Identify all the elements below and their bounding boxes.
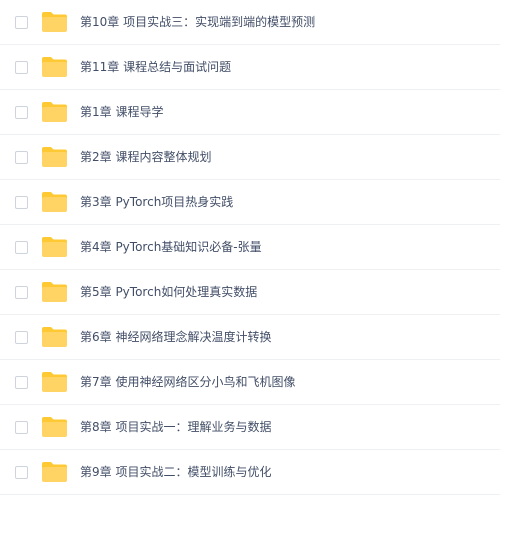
- row-checkbox[interactable]: [15, 331, 28, 344]
- folder-icon: [41, 236, 68, 258]
- list-item[interactable]: 第8章 项目实战一：理解业务与数据: [0, 405, 500, 450]
- list-item[interactable]: 第9章 项目实战二：模型训练与优化: [0, 450, 500, 495]
- list-item[interactable]: 第1章 课程导学: [0, 90, 500, 135]
- file-name[interactable]: 第2章 课程内容整体规划: [80, 135, 211, 180]
- row-checkbox[interactable]: [15, 196, 28, 209]
- folder-icon: [41, 461, 68, 483]
- file-name[interactable]: 第8章 项目实战一：理解业务与数据: [80, 405, 271, 450]
- list-item[interactable]: 第6章 神经网络理念解决温度计转换: [0, 315, 500, 360]
- row-checkbox[interactable]: [15, 421, 28, 434]
- list-item[interactable]: 第11章 课程总结与面试问题: [0, 45, 500, 90]
- file-name[interactable]: 第4章 PyTorch基础知识必备-张量: [80, 225, 262, 270]
- folder-icon: [41, 326, 68, 348]
- list-item[interactable]: 第2章 课程内容整体规划: [0, 135, 500, 180]
- file-name[interactable]: 第9章 项目实战二：模型训练与优化: [80, 450, 271, 495]
- file-name[interactable]: 第3章 PyTorch项目热身实践: [80, 180, 233, 225]
- file-name[interactable]: 第10章 项目实战三：实现端到端的模型预测: [80, 0, 315, 45]
- file-name[interactable]: 第5章 PyTorch如何处理真实数据: [80, 270, 257, 315]
- folder-icon: [41, 146, 68, 168]
- folder-icon: [41, 191, 68, 213]
- row-checkbox[interactable]: [15, 151, 28, 164]
- list-item[interactable]: 第4章 PyTorch基础知识必备-张量: [0, 225, 500, 270]
- list-item[interactable]: 第7章 使用神经网络区分小鸟和飞机图像: [0, 360, 500, 405]
- list-item[interactable]: 第3章 PyTorch项目热身实践: [0, 180, 500, 225]
- row-checkbox[interactable]: [15, 286, 28, 299]
- folder-icon: [41, 56, 68, 78]
- folder-icon: [41, 11, 68, 33]
- folder-icon: [41, 371, 68, 393]
- folder-icon: [41, 281, 68, 303]
- file-name[interactable]: 第1章 课程导学: [80, 90, 163, 135]
- file-name[interactable]: 第11章 课程总结与面试问题: [80, 45, 231, 90]
- file-list: 第10章 项目实战三：实现端到端的模型预测 第11章 课程总结与面试问题 第1章…: [0, 0, 520, 495]
- row-checkbox[interactable]: [15, 241, 28, 254]
- file-name[interactable]: 第6章 神经网络理念解决温度计转换: [80, 315, 271, 360]
- row-checkbox[interactable]: [15, 16, 28, 29]
- folder-icon: [41, 101, 68, 123]
- file-name[interactable]: 第7章 使用神经网络区分小鸟和飞机图像: [80, 360, 295, 405]
- row-checkbox[interactable]: [15, 61, 28, 74]
- folder-icon: [41, 416, 68, 438]
- list-item[interactable]: 第5章 PyTorch如何处理真实数据: [0, 270, 500, 315]
- list-item[interactable]: 第10章 项目实战三：实现端到端的模型预测: [0, 0, 500, 45]
- row-checkbox[interactable]: [15, 466, 28, 479]
- row-checkbox[interactable]: [15, 106, 28, 119]
- row-checkbox[interactable]: [15, 376, 28, 389]
